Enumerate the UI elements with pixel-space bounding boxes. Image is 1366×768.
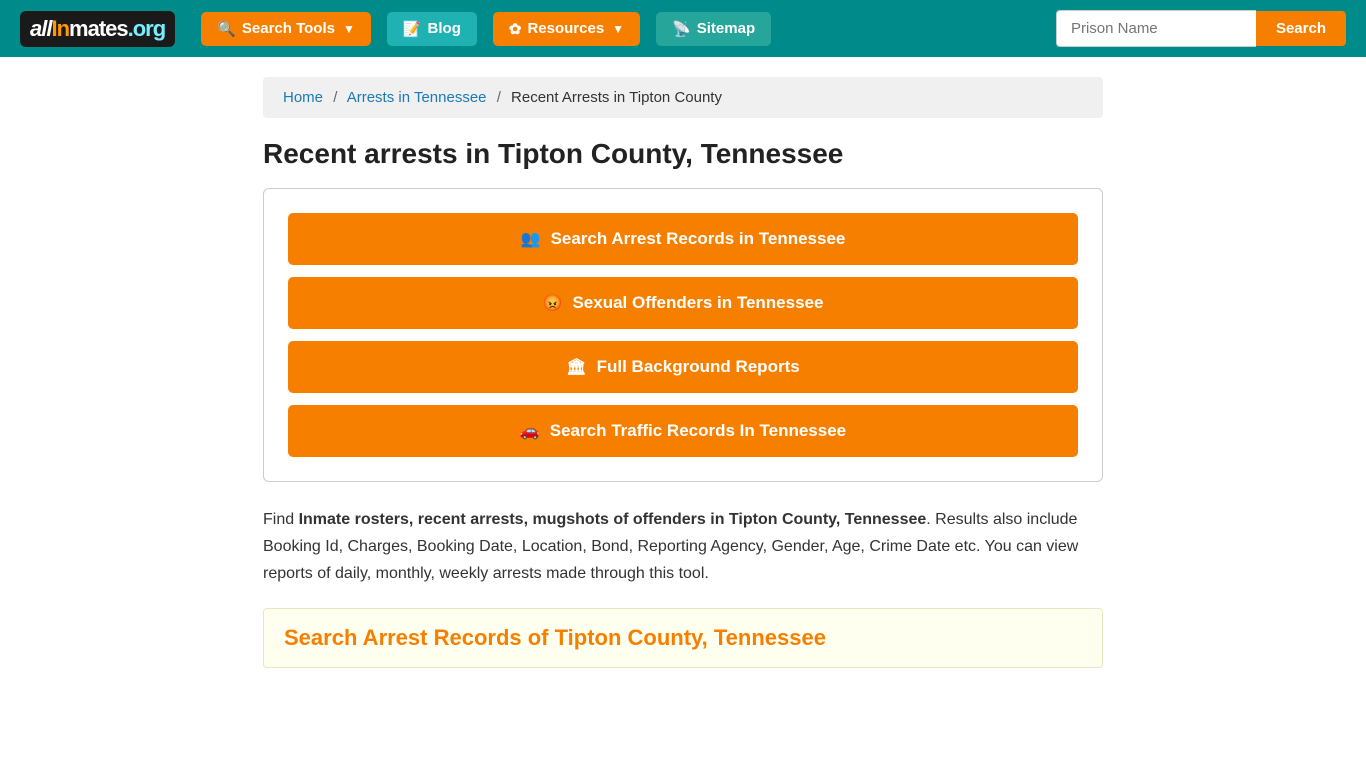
sexual-offenders-label: Sexual Offenders in Tennessee	[572, 293, 823, 313]
blog-button[interactable]: Blog	[387, 12, 477, 46]
section-header-box: Search Arrest Records of Tipton County, …	[263, 608, 1103, 668]
arrest-records-label: Search Arrest Records in Tennessee	[551, 229, 846, 249]
sitemap-button[interactable]: Sitemap	[656, 12, 771, 46]
description-intro: Find	[263, 511, 299, 528]
header: allInmates.org Search Tools ▼ Blog Resou…	[0, 0, 1366, 57]
resources-button[interactable]: Resources ▼	[493, 12, 640, 46]
background-reports-label: Full Background Reports	[597, 357, 800, 377]
background-reports-button[interactable]: Full Background Reports	[288, 341, 1078, 393]
prison-name-input[interactable]	[1056, 10, 1256, 47]
sexual-offenders-button[interactable]: Sexual Offenders in Tennessee	[288, 277, 1078, 329]
resources-label: Resources	[527, 20, 604, 37]
people-icon	[521, 229, 541, 249]
search-tools-dropdown-arrow: ▼	[343, 22, 355, 36]
header-search-area: Search	[1056, 10, 1346, 47]
blog-icon	[403, 20, 422, 38]
traffic-records-label: Search Traffic Records In Tennessee	[550, 421, 846, 441]
building-icon	[566, 357, 586, 377]
section-header-title: Search Arrest Records of Tipton County, …	[284, 625, 1082, 651]
sitemap-icon	[672, 20, 691, 38]
search-tools-label: Search Tools	[242, 20, 335, 37]
header-search-label: Search	[1276, 20, 1326, 37]
car-icon	[520, 421, 540, 441]
logo-mates: mates	[69, 16, 128, 42]
breadcrumb-current: Recent Arrests in Tipton County	[511, 89, 722, 106]
main-content: Home / Arrests in Tennessee / Recent Arr…	[233, 57, 1133, 688]
arrest-records-button[interactable]: Search Arrest Records in Tennessee	[288, 213, 1078, 265]
logo-org: .org	[128, 16, 166, 42]
breadcrumb-home[interactable]: Home	[283, 89, 323, 106]
description-bold: Inmate rosters, recent arrests, mugshots…	[299, 511, 927, 528]
logo-inmates: In	[51, 16, 69, 42]
resources-dropdown-arrow: ▼	[612, 22, 624, 36]
angry-icon	[543, 293, 563, 313]
sitemap-label: Sitemap	[697, 20, 755, 37]
blog-label: Blog	[428, 20, 461, 37]
action-card: Search Arrest Records in Tennessee Sexua…	[263, 188, 1103, 482]
search-tools-button[interactable]: Search Tools ▼	[201, 12, 371, 46]
logo-all: all	[30, 16, 51, 42]
breadcrumb-arrests-tennessee[interactable]: Arrests in Tennessee	[347, 89, 487, 106]
breadcrumb: Home / Arrests in Tennessee / Recent Arr…	[263, 77, 1103, 118]
breadcrumb-sep-1: /	[333, 89, 337, 106]
header-search-button[interactable]: Search	[1256, 11, 1346, 46]
resources-icon	[509, 20, 522, 38]
search-tools-icon	[217, 20, 236, 38]
logo[interactable]: allInmates.org	[20, 11, 175, 47]
page-title: Recent arrests in Tipton County, Tenness…	[263, 138, 1103, 170]
traffic-records-button[interactable]: Search Traffic Records In Tennessee	[288, 405, 1078, 457]
description: Find Inmate rosters, recent arrests, mug…	[263, 506, 1103, 588]
breadcrumb-sep-2: /	[497, 89, 501, 106]
